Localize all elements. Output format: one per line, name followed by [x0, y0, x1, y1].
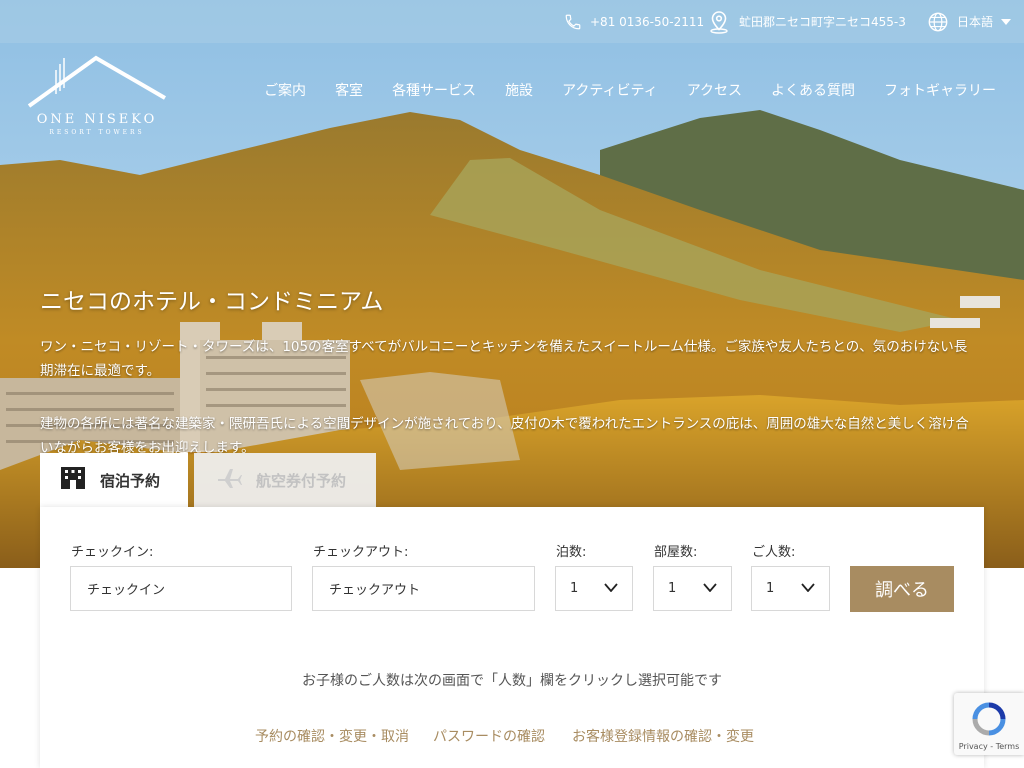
phone-icon	[564, 13, 582, 31]
address-text: 虻田郡ニセコ町字ニセコ455-3	[739, 15, 906, 29]
nav-item-access[interactable]: アクセス	[687, 80, 742, 100]
top-info-bar: +81 0136-50-2111 虻田郡ニセコ町字ニセコ455-3 日本語	[0, 0, 1024, 43]
chevron-down-icon	[801, 581, 815, 596]
main-nav: ご案内 客室 各種サービス 施設 アクティビティ アクセス よくある質問 フォト…	[264, 80, 996, 100]
hotel-icon	[60, 466, 86, 494]
tab-hotel-booking[interactable]: 宿泊予約	[40, 453, 188, 507]
logo-text: ONE NISEKO	[36, 112, 158, 127]
checkin-placeholder: チェックイン	[87, 583, 166, 598]
airplane-icon	[216, 467, 242, 493]
checkin-field[interactable]: チェックイン	[70, 566, 292, 611]
checkout-label: チェックアウト:	[313, 545, 409, 560]
link-password-check[interactable]: パスワードの確認	[433, 726, 545, 746]
checkout-field[interactable]: チェックアウト	[312, 566, 535, 611]
nav-item-gallery[interactable]: フォトギャラリー	[884, 80, 996, 100]
address-info: 虻田郡ニセコ町字ニセコ455-3	[707, 0, 906, 43]
logo[interactable]: ONE NISEKO RESORT TOWERS	[26, 54, 168, 140]
nights-label: 泊数:	[556, 545, 587, 560]
nav-item-faq[interactable]: よくある質問	[771, 80, 855, 100]
rooms-label: 部屋数:	[654, 545, 698, 560]
checkout-placeholder: チェックアウト	[329, 583, 421, 598]
tab-flight-package-label: 航空券付予約	[256, 471, 347, 490]
nav-item-guide[interactable]: ご案内	[264, 80, 306, 100]
recaptcha-icon	[972, 702, 1006, 736]
chevron-down-icon	[604, 581, 618, 596]
link-reservation-manage[interactable]: 予約の確認・変更・取消	[255, 726, 409, 746]
language-selector[interactable]: 日本語	[927, 0, 1012, 43]
phone-number: +81 0136-50-2111	[590, 14, 705, 29]
guests-select[interactable]: 1	[751, 566, 830, 611]
checkin-label: チェックイン:	[71, 545, 154, 560]
caret-down-icon	[1001, 18, 1012, 25]
hero-paragraph-1: ワン・ニセコ・リゾート・タワーズは、105の客室すべてがバルコニーとキッチンを備…	[40, 339, 968, 379]
chevron-down-icon	[703, 581, 717, 596]
search-button[interactable]: 調べる	[850, 566, 954, 612]
tab-flight-package[interactable]: 航空券付予約	[194, 453, 376, 507]
logo-subtext: RESORT TOWERS	[49, 129, 145, 136]
recaptcha-badge[interactable]: Privacy - Terms	[954, 693, 1024, 755]
logo-mark-icon	[27, 55, 167, 108]
rooms-select[interactable]: 1	[653, 566, 732, 611]
nav-item-facilities[interactable]: 施設	[505, 80, 533, 100]
nav-item-rooms[interactable]: 客室	[335, 80, 363, 100]
recaptcha-terms[interactable]: Privacy - Terms	[954, 742, 1024, 751]
tab-hotel-booking-label: 宿泊予約	[100, 471, 161, 490]
nav-item-services[interactable]: 各種サービス	[392, 80, 476, 100]
link-profile-manage[interactable]: お客様登録情報の確認・変更	[572, 726, 754, 746]
guests-label: ご人数:	[752, 545, 796, 560]
guests-value: 1	[766, 581, 775, 596]
phone-contact[interactable]: +81 0136-50-2111	[564, 0, 704, 43]
rooms-value: 1	[668, 581, 677, 596]
hero-headline: ニセコのホテル・コンドミニアム	[40, 289, 384, 315]
nights-select[interactable]: 1	[555, 566, 633, 611]
language-label: 日本語	[957, 15, 994, 29]
globe-icon	[927, 11, 949, 33]
nights-value: 1	[570, 581, 579, 596]
location-pin-icon	[707, 10, 731, 34]
nav-item-activities[interactable]: アクティビティ	[562, 80, 658, 100]
children-note: お子様のご人数は次の画面で「人数」欄をクリックし選択可能です	[302, 673, 722, 689]
